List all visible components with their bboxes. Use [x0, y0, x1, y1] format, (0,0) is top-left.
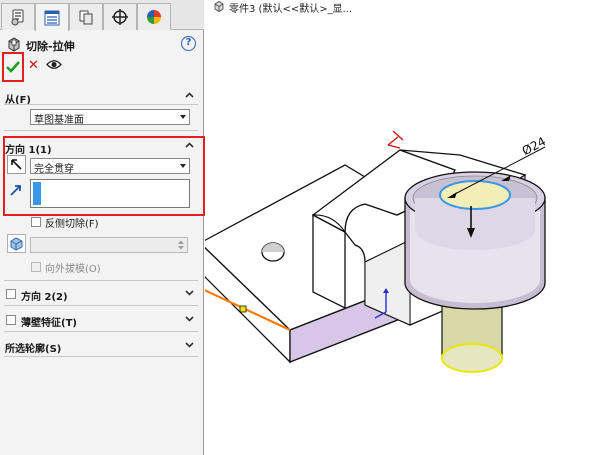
direction2-section-header[interactable]: 方向 2(2)	[21, 287, 197, 303]
direction2-label: 方向 2(2)	[21, 292, 68, 303]
flip-side-to-cut-label: 反侧切除(F)	[45, 219, 99, 230]
reverse-direction-button[interactable]	[7, 155, 26, 174]
checkmark-icon	[6, 61, 20, 73]
selected-sketch-circle	[439, 180, 511, 210]
preview-eye-icon[interactable]	[46, 59, 62, 70]
tab-dimxpert-manager[interactable]	[103, 3, 137, 30]
chevron-down-icon[interactable]	[184, 287, 195, 298]
direction-reference-selection-box[interactable]	[30, 179, 190, 208]
thin-feature-section-header[interactable]: 薄壁特征(T)	[21, 313, 197, 329]
graphics-viewport[interactable]: 零件3 (默认<<默认>_显... Ø24	[205, 0, 600, 455]
section-divider	[4, 130, 198, 131]
selection-active-indicator	[33, 182, 41, 205]
dropdown-arrow-icon	[180, 164, 186, 168]
manager-tab-bar	[0, 0, 204, 31]
draft-outward-label: 向外拔模(O)	[45, 264, 101, 275]
feature-title-row: 切除-拉伸 ?	[6, 36, 198, 54]
draft-angle-spinbox[interactable]	[30, 237, 188, 253]
help-icon[interactable]: ?	[181, 36, 196, 51]
feature-manager-icon	[11, 9, 24, 26]
dimxpert-icon	[112, 9, 128, 25]
thin-feature-label: 薄壁特征(T)	[21, 318, 77, 329]
direction1-section-label: 方向 1(1)	[5, 145, 52, 156]
cancel-button[interactable]: ✕	[28, 58, 39, 73]
section-divider	[4, 356, 198, 357]
from-select-value: 草图基准面	[34, 115, 84, 126]
direction-vector-icon	[10, 185, 21, 196]
draft-on-off-button[interactable]	[7, 234, 26, 253]
chevron-down-icon[interactable]	[184, 313, 195, 324]
chevron-up-icon[interactable]	[184, 90, 195, 101]
edge-midpoint-marker	[239, 305, 247, 313]
tab-feature-manager[interactable]	[1, 3, 35, 30]
reverse-direction-icon	[11, 159, 22, 170]
tab-property-manager[interactable]	[35, 3, 69, 31]
part-model-3d[interactable]	[205, 0, 600, 455]
from-start-condition-select[interactable]: 草图基准面	[30, 109, 190, 126]
selected-contours-label: 所选轮廓(S)	[5, 344, 62, 355]
ok-button[interactable]	[2, 52, 24, 82]
section-divider	[4, 305, 198, 306]
section-divider	[4, 104, 198, 105]
property-manager-icon	[44, 10, 60, 25]
chevron-down-icon[interactable]	[184, 339, 195, 350]
display-manager-icon	[147, 10, 161, 24]
selected-contours-section-header[interactable]: 所选轮廓(S)	[5, 339, 197, 355]
end-condition-value: 完全贯穿	[34, 164, 74, 175]
tab-configuration-manager[interactable]	[69, 3, 103, 30]
feature-title: 切除-拉伸	[26, 40, 75, 53]
configuration-manager-icon	[79, 10, 93, 25]
direction1-section-header[interactable]: 方向 1(1)	[5, 140, 197, 156]
end-condition-select[interactable]: 完全贯穿	[30, 158, 190, 175]
sketch-origin-triad	[387, 136, 401, 149]
section-divider	[4, 331, 198, 332]
flip-side-to-cut-checkbox[interactable]	[31, 217, 41, 227]
thin-feature-checkbox[interactable]	[6, 315, 16, 325]
property-manager-panel: 切除-拉伸 ? ✕ 从(F) 草图基准面 方向 1(1) 完全贯穿 反侧切除(F…	[0, 0, 205, 455]
draft-icon	[10, 237, 23, 251]
direction2-checkbox[interactable]	[6, 289, 16, 299]
spin-arrows-icon[interactable]	[177, 239, 185, 251]
draft-outward-checkbox[interactable]	[31, 262, 41, 272]
extruded-cut-icon	[8, 37, 20, 52]
chevron-up-icon[interactable]	[184, 140, 195, 151]
section-divider	[4, 280, 198, 281]
shaft-bottom-edge	[441, 343, 503, 373]
tab-display-manager[interactable]	[137, 3, 171, 30]
dropdown-arrow-icon	[180, 115, 186, 119]
